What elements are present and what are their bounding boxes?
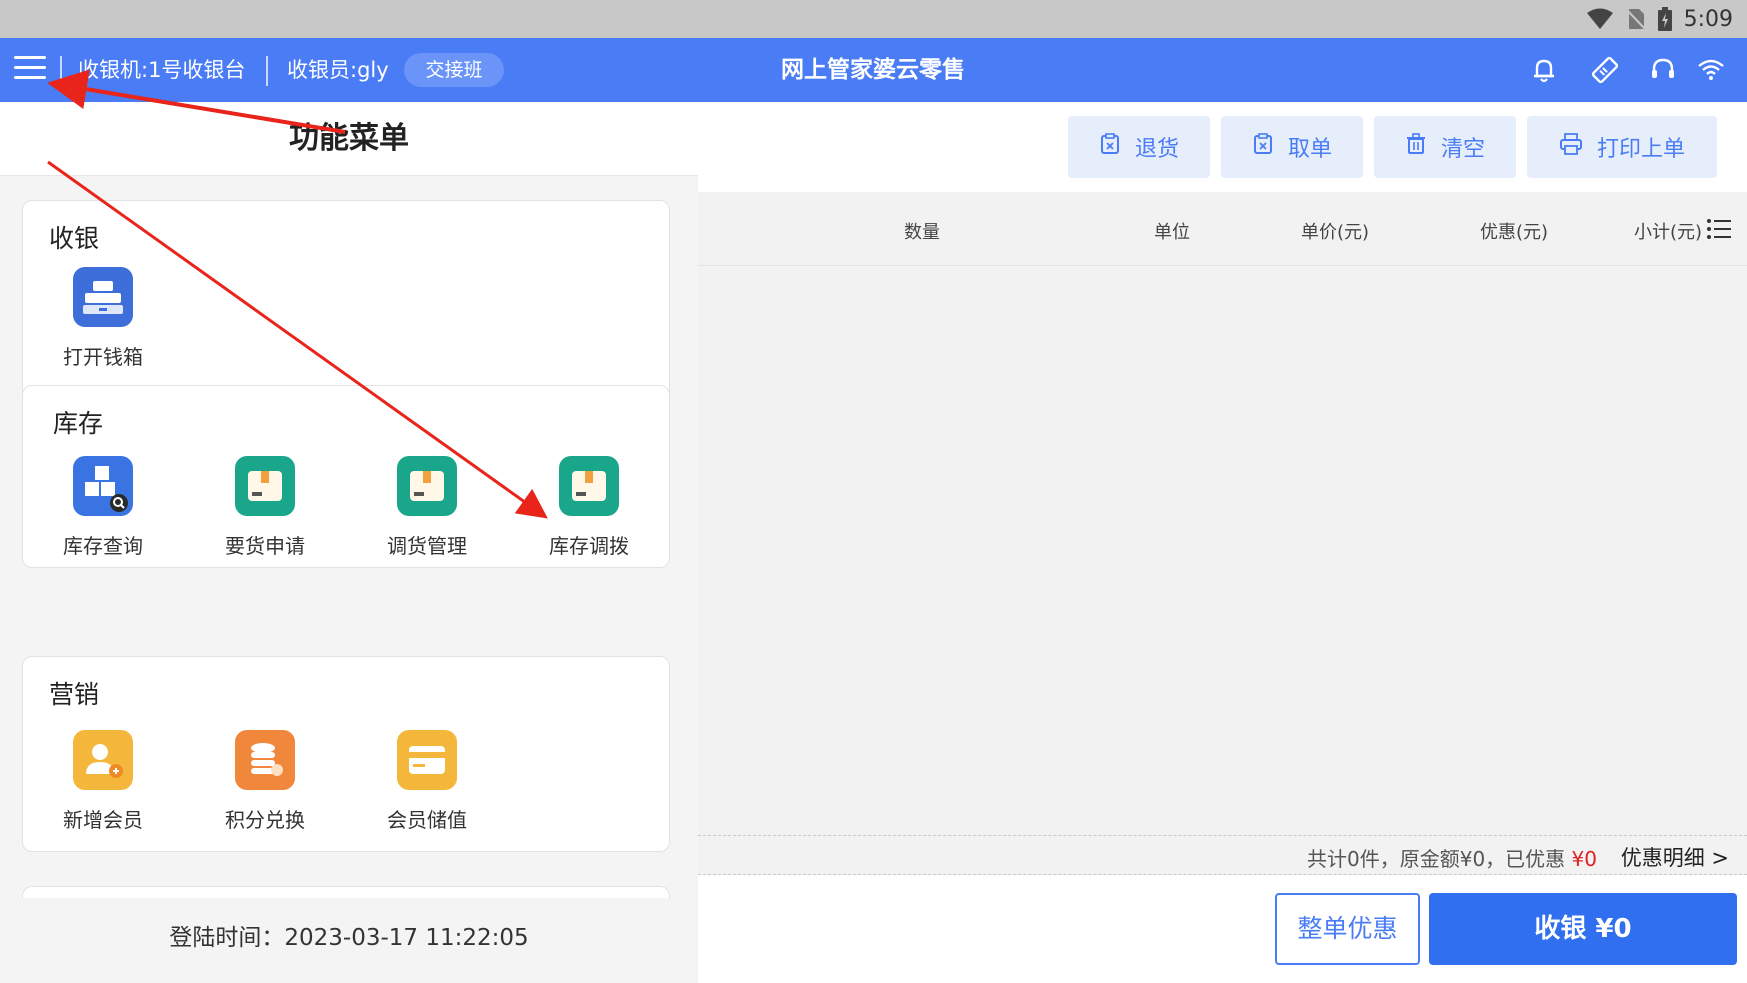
col-unit: 单位 [1154, 222, 1190, 243]
section-title: 营销 [49, 680, 100, 709]
order-panel: 退货 取单 清空 打印上单 数量 单位 单价(元) 优惠(元) 小计(元) 共计… [698, 102, 1747, 983]
cashier-name: 收银员:gly [287, 58, 389, 82]
col-subtotal: 小计(元) [1634, 222, 1703, 243]
add-member-button[interactable]: 新增会员 [43, 730, 163, 833]
print-last-label: 打印上单 [1596, 137, 1685, 162]
add-member-icon [73, 730, 133, 790]
checkout-button[interactable]: 收银 ¥0 [1429, 893, 1737, 965]
app-header: 收银机:1号收银台 收银员:gly 交接班 网上管家婆云零售 [0, 38, 1747, 102]
inventory-allocation-button[interactable]: 库存调拨 [529, 456, 649, 559]
item-label: 积分兑换 [225, 808, 305, 832]
login-time: 登陆时间：2023-03-17 11:22:05 [169, 925, 529, 951]
col-discount: 优惠(元) [1480, 222, 1549, 243]
col-quantity: 数量 [904, 222, 940, 243]
section-cashier: 收银 打开钱箱 [22, 200, 670, 403]
summary-text: 共计0件，原金额¥0，已优惠 ¥0 [1307, 843, 1597, 872]
item-label: 库存调拨 [549, 534, 629, 558]
inventory-query-button[interactable]: 库存查询 [43, 456, 163, 559]
no-sim-icon [1625, 8, 1646, 30]
header-divider [266, 56, 268, 86]
printer-icon [1559, 133, 1583, 161]
goods-request-button[interactable]: 要货申请 [205, 456, 325, 559]
order-summary: 共计0件，原金额¥0，已优惠 ¥0 优惠明细 > [698, 835, 1747, 875]
member-recharge-button[interactable]: 会员储值 [367, 730, 487, 833]
headset-support-icon[interactable] [1648, 55, 1678, 85]
section-marketing: 营销 新增会员 积分兑换 会员储值 [22, 656, 670, 852]
member-card-icon [397, 730, 457, 790]
return-label: 退货 [1134, 137, 1179, 162]
points-exchange-button[interactable]: 积分兑换 [205, 730, 325, 833]
trash-icon [1405, 133, 1427, 161]
section-title: 库存 [53, 409, 104, 438]
package-transfer-icon [397, 456, 457, 516]
app-title: 网上管家婆云零售 [781, 57, 965, 83]
open-cash-drawer-button[interactable]: 打开钱箱 [43, 267, 163, 370]
col-unit-price: 单价(元) [1301, 222, 1370, 243]
whole-order-discount-button[interactable]: 整单优惠 [1275, 893, 1420, 965]
package-allocate-icon [559, 456, 619, 516]
cash-register-icon [73, 267, 133, 327]
fetch-order-icon [1252, 133, 1274, 161]
print-last-button[interactable]: 打印上单 [1527, 116, 1717, 178]
order-table-header: 数量 单位 单价(元) 优惠(元) 小计(元) [698, 192, 1747, 266]
status-time: 5:09 [1683, 6, 1733, 32]
item-label: 打开钱箱 [63, 345, 143, 369]
column-settings-icon[interactable] [1706, 218, 1732, 244]
fetch-order-button[interactable]: 取单 [1221, 116, 1363, 178]
clear-button[interactable]: 清空 [1374, 116, 1516, 178]
bell-icon[interactable] [1529, 55, 1559, 85]
points-exchange-icon [235, 730, 295, 790]
item-label: 要货申请 [225, 534, 305, 558]
wifi-icon[interactable] [1696, 55, 1726, 85]
section-title: 收银 [49, 224, 100, 253]
summary-counts: 共计0件，原金额¥0，已优惠 [1307, 847, 1566, 871]
fetch-order-label: 取单 [1287, 137, 1332, 162]
register-name: 收银机:1号收银台 [78, 58, 246, 82]
return-button[interactable]: 退货 [1068, 116, 1210, 178]
section-inventory: 库存 库存查询 要货申请 调货管理 库存调拨 [22, 385, 670, 568]
function-menu-panel: 功能菜单 收银 打开钱箱 库存 库存查询 要货申请 调货管理 库存调拨 营销 新… [0, 102, 698, 983]
status-bar: 5:09 [0, 0, 1747, 38]
clear-label: 清空 [1440, 137, 1485, 162]
discount-detail-link[interactable]: 优惠明细 > [1621, 842, 1729, 872]
checkout-bar: 整单优惠 收银 ¥0 [698, 875, 1747, 983]
battery-charging-icon [1657, 7, 1672, 31]
transfer-management-button[interactable]: 调货管理 [367, 456, 487, 559]
return-icon [1099, 133, 1121, 161]
item-label: 库存查询 [63, 534, 143, 558]
hamburger-menu-icon[interactable] [14, 56, 46, 84]
pos-app: 5:09 收银机:1号收银台 收银员:gly 交接班 网上管家婆云零售 功能菜单… [0, 0, 1747, 983]
wifi-signal-icon [1586, 8, 1614, 30]
discount-amount: ¥0 [1571, 847, 1597, 871]
inventory-search-icon [73, 456, 133, 516]
header-divider [60, 56, 62, 86]
shift-handover-button[interactable]: 交接班 [404, 53, 504, 87]
order-toolbar: 退货 取单 清空 打印上单 [698, 102, 1747, 192]
item-label: 调货管理 [387, 534, 467, 558]
package-request-icon [235, 456, 295, 516]
coupon-tag-icon[interactable] [1590, 55, 1620, 85]
panel-title: 功能菜单 [0, 102, 698, 176]
item-label: 新增会员 [63, 808, 143, 832]
item-label: 会员储值 [387, 808, 467, 832]
